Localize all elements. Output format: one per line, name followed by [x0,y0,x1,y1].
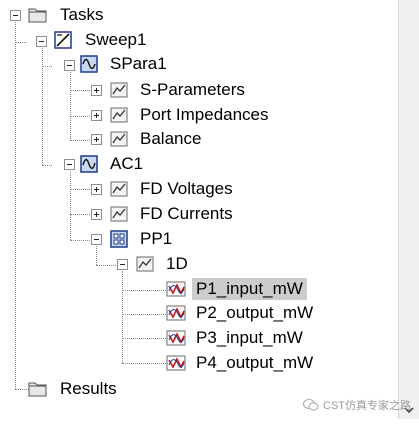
watermark-text: CST仿真专家之路 [323,400,411,412]
tree-item-label-selected: P1_input_mW [192,278,307,300]
plot-folder-icon [136,255,154,273]
expand-plus-icon[interactable] [91,184,102,195]
result-curve-icon [166,304,186,322]
plot-folder-icon [110,130,128,148]
plot-folder-icon [110,81,128,99]
tree-item-label: Port Impedances [140,105,269,124]
tree-line [122,290,166,291]
collapse-minus-icon[interactable] [36,36,47,47]
vertical-scrollbar[interactable] [398,0,419,419]
tree-line [70,171,71,240]
watermark: CST仿真专家之路 [303,395,411,415]
tree-line [70,90,92,91]
plot-folder-icon [110,180,128,198]
tree-line [70,189,92,190]
tree-item-label: FD Currents [140,204,233,223]
tree-item-label: AC1 [110,154,144,173]
tree-item-label: PP1 [140,229,173,248]
postprocessing-grid-icon [110,230,128,248]
tree-line [15,389,29,390]
tree-line [15,42,27,43]
sweep-icon [54,31,72,49]
expand-plus-icon[interactable] [91,134,102,145]
tree-item-label: Sweep1 [85,30,147,49]
folder-icon [28,6,47,24]
tree-item-label: P3_input_mW [196,328,303,347]
tree-line [70,116,92,117]
tree-line [70,140,92,141]
tree-line [96,246,97,265]
folder-icon [28,380,47,398]
collapse-minus-icon[interactable] [64,60,75,71]
result-curve-icon [166,354,186,372]
sparameter-task-icon [80,55,98,73]
expand-plus-icon[interactable] [91,85,102,96]
plot-folder-icon [110,106,128,124]
collapse-minus-icon[interactable] [64,159,75,170]
tree-item-label: Results [60,379,117,398]
result-curve-icon [166,280,186,298]
collapse-minus-icon[interactable] [10,10,21,21]
tree-line [122,314,166,315]
plot-folder-icon [110,205,128,223]
tree-line [96,265,116,266]
result-curve-icon [166,329,186,347]
tree-item-label: Balance [140,129,202,148]
tree-line [70,72,71,141]
expand-plus-icon[interactable] [91,110,102,121]
navigation-tree: Tasks Sweep1 SPara1 S-Parameters Port Im… [0,0,398,419]
tree-line [122,363,166,364]
wechat-icon [303,399,319,411]
tree-item-label: P2_output_mW [196,303,314,322]
scroll-up-button[interactable] [399,0,419,18]
tree-item-label: SPara1 [110,54,167,73]
collapse-minus-icon[interactable] [117,259,128,270]
tree-item-label: Tasks [60,5,104,24]
tree-line [70,240,92,241]
tree-item-label: 1D [166,254,188,273]
tree-line [122,338,166,339]
tree-line [15,22,16,389]
tree-line [42,66,52,67]
expand-plus-icon[interactable] [91,209,102,220]
tree-item-label: S-Parameters [140,80,245,99]
tree-item-label: FD Voltages [140,179,233,198]
tree-line [122,271,123,363]
tree-line [42,165,52,166]
scrollbar-thumb[interactable] [402,22,415,387]
tree-line [70,214,92,215]
tree-item-label: P4_output_mW [196,353,314,372]
collapse-minus-icon[interactable] [91,234,102,245]
ac-task-icon [80,155,98,173]
